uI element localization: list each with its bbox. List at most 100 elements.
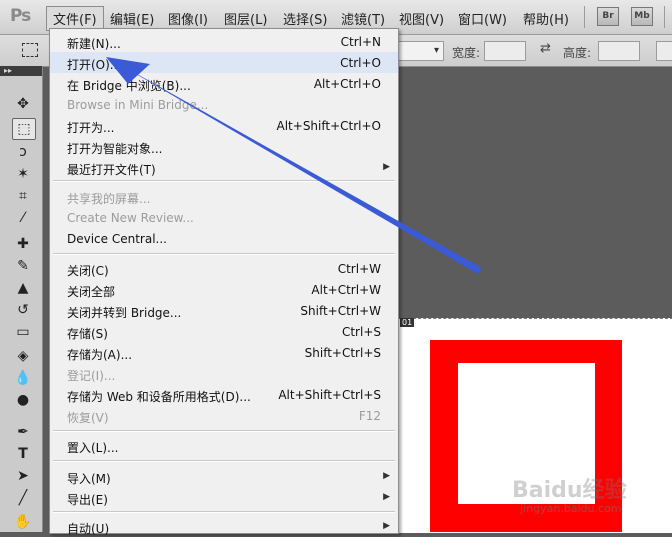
bridge-launch-button[interactable]: Br — [597, 7, 619, 26]
menu-item-label: 新建(N)... — [67, 37, 121, 51]
menu-item-shortcut: Ctrl+O — [340, 56, 381, 70]
menu-separator — [53, 511, 395, 513]
document-tab[interactable]: 01 — [400, 318, 415, 327]
menu-filter[interactable]: 滤镜(T) — [336, 8, 390, 29]
line-icon[interactable]: ╱ — [12, 488, 34, 508]
menu-item-save[interactable]: 存储(S) Ctrl+S — [50, 321, 398, 342]
menu-item-mini-bridge: Browse in Mini Bridge... — [50, 94, 398, 115]
tools-panel-header[interactable]: ▸▸ — [0, 66, 42, 76]
menu-item-close-all[interactable]: 关闭全部 Alt+Ctrl+W — [50, 279, 398, 300]
menu-item-save-for-web[interactable]: 存储为 Web 和设备所用格式(D)... Alt+Shift+Ctrl+S — [50, 384, 398, 405]
submenu-arrow-icon: ▶ — [383, 162, 390, 172]
history-brush-icon[interactable]: ↺ — [12, 300, 34, 320]
menu-item-close[interactable]: 关闭(C) Ctrl+W — [50, 258, 398, 279]
menu-item-open-as[interactable]: 打开为... Alt+Shift+Ctrl+O — [50, 115, 398, 136]
menu-item-shortcut: Shift+Ctrl+S — [304, 346, 381, 360]
spot-healing-icon[interactable]: ✚ — [12, 234, 34, 254]
watermark-logo: Baidu经验 — [512, 478, 627, 503]
menu-item-close-go-bridge[interactable]: 关闭并转到 Bridge... Shift+Ctrl+W — [50, 300, 398, 321]
menubar-divider — [664, 6, 665, 28]
menu-item-device-central[interactable]: Device Central... — [50, 228, 398, 249]
menu-item-label: 存储(S) — [67, 327, 108, 341]
menu-item-shortcut: Ctrl+W — [337, 262, 381, 276]
menu-item-label: 打开(O)... — [67, 58, 122, 72]
menu-item-label: 登记(I)... — [67, 369, 116, 383]
width-field[interactable] — [484, 41, 526, 61]
menu-item-recent-files[interactable]: 最近打开文件(T) ▶ — [50, 157, 398, 178]
chevron-down-icon: ▾ — [433, 45, 439, 56]
menu-select[interactable]: 选择(S) — [278, 8, 332, 29]
menu-edit[interactable]: 编辑(E) — [105, 8, 159, 29]
blur-icon[interactable]: 💧 — [12, 368, 34, 388]
brush-icon[interactable]: ✎ — [12, 256, 34, 276]
menubar-divider — [584, 6, 585, 28]
menu-item-label: Device Central... — [67, 232, 167, 246]
type-icon[interactable]: T — [12, 444, 34, 464]
crop-icon[interactable]: ⌗ — [12, 186, 34, 206]
menu-item-browse-bridge[interactable]: 在 Bridge 中浏览(B)... Alt+Ctrl+O — [50, 73, 398, 94]
style-select[interactable]: ▾ — [398, 41, 444, 61]
hand-icon[interactable]: ✋ — [12, 512, 34, 532]
menu-separator — [53, 253, 395, 255]
menu-item-label: 恢复(V) — [67, 411, 109, 425]
menu-item-label: 自动(U) — [67, 522, 110, 536]
submenu-arrow-icon: ▶ — [383, 521, 390, 531]
menu-separator — [53, 180, 395, 182]
menu-item-label: 打开为智能对象... — [67, 142, 163, 156]
menu-item-label: Create New Review... — [67, 211, 194, 225]
menu-item-shortcut: Alt+Ctrl+O — [313, 77, 381, 91]
menu-item-label: 打开为... — [67, 121, 115, 135]
menu-image[interactable]: 图像(I) — [163, 8, 213, 29]
menu-item-shortcut: Alt+Ctrl+W — [311, 283, 381, 297]
menu-item-place[interactable]: 置入(L)... — [50, 435, 398, 456]
menu-item-label: 存储为(A)... — [67, 348, 133, 362]
height-label: 高度: — [563, 46, 592, 60]
menu-item-label: 最近打开文件(T) — [67, 163, 156, 177]
menu-item-label: 共享我的屏幕... — [67, 192, 151, 206]
menu-item-shortcut: F12 — [358, 409, 381, 423]
menu-view[interactable]: 视图(V) — [394, 8, 449, 29]
menu-item-automate[interactable]: 自动(U) ▶ — [50, 516, 398, 537]
eraser-icon[interactable]: ▭ — [12, 322, 34, 342]
menu-layer[interactable]: 图层(L) — [219, 8, 272, 29]
menu-item-shortcut: Alt+Shift+Ctrl+O — [276, 119, 381, 133]
menu-item-open[interactable]: 打开(O)... Ctrl+O — [50, 52, 398, 73]
menu-item-check-in: 登记(I)... — [50, 363, 398, 384]
menu-item-save-as[interactable]: 存储为(A)... Shift+Ctrl+S — [50, 342, 398, 363]
menu-item-export[interactable]: 导出(E) ▶ — [50, 487, 398, 508]
path-selection-icon[interactable]: ➤ — [12, 466, 34, 486]
tools-panel: ▸▸ ✥ ⬚ ↄ ✶ ⌗ ⁄ ✚ ✎ ▲ ↺ ▭ ◈ 💧 ● ✒ T ➤ ╱ ✋ — [0, 66, 43, 532]
clone-stamp-icon[interactable]: ▲ — [12, 278, 34, 298]
menu-item-revert: 恢复(V) F12 — [50, 405, 398, 426]
move-tool-icon[interactable]: ✥ — [12, 94, 34, 114]
paint-bucket-icon[interactable]: ◈ — [12, 346, 34, 366]
menu-item-create-review: Create New Review... — [50, 207, 398, 228]
lasso-icon[interactable]: ↄ — [12, 142, 34, 162]
submenu-arrow-icon: ▶ — [383, 492, 390, 502]
menu-separator — [53, 460, 395, 462]
menu-item-open-smart-object[interactable]: 打开为智能对象... — [50, 136, 398, 157]
menu-help[interactable]: 帮助(H) — [518, 8, 574, 29]
menu-item-label: Browse in Mini Bridge... — [67, 98, 209, 112]
eyedropper-icon[interactable]: ⁄ — [12, 208, 34, 228]
menu-window[interactable]: 窗口(W) — [453, 8, 512, 29]
height-field[interactable] — [598, 41, 640, 61]
refine-edge-button[interactable] — [656, 41, 672, 61]
menu-item-import[interactable]: 导入(M) ▶ — [50, 466, 398, 487]
menu-item-label: 关闭并转到 Bridge... — [67, 306, 182, 320]
quick-selection-icon[interactable]: ✶ — [12, 164, 34, 184]
menu-item-shortcut: Shift+Ctrl+W — [300, 304, 381, 318]
submenu-arrow-icon: ▶ — [383, 471, 390, 481]
menu-item-new[interactable]: 新建(N)... Ctrl+N — [50, 31, 398, 52]
mini-bridge-button[interactable]: Mb — [631, 7, 653, 26]
menu-item-shortcut: Alt+Shift+Ctrl+S — [278, 388, 381, 402]
pen-icon[interactable]: ✒ — [12, 422, 34, 442]
menu-item-shortcut: Ctrl+S — [341, 325, 381, 339]
menu-item-label: 关闭全部 — [67, 285, 116, 299]
marquee-preset-icon[interactable] — [22, 43, 38, 57]
dodge-icon[interactable]: ● — [12, 390, 34, 410]
menu-item-share-screen: 共享我的屏幕... — [50, 186, 398, 207]
watermark-url: jingyan.baidu.com — [520, 502, 622, 515]
rectangular-marquee-icon[interactable]: ⬚ — [12, 118, 36, 140]
swap-icon[interactable]: ⇄ — [540, 41, 551, 56]
